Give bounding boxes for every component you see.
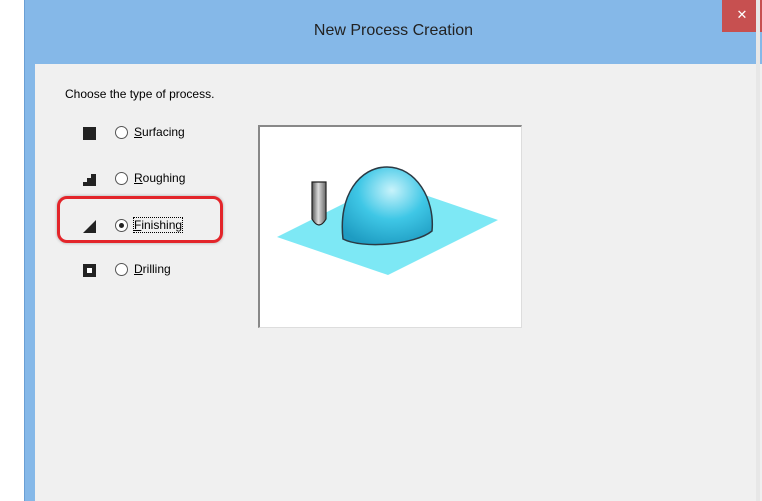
finishing-preview-illustration bbox=[277, 166, 498, 275]
dialog-window: New Process Creation ✕ Choose the type o… bbox=[24, 0, 762, 501]
right-edge bbox=[756, 0, 760, 501]
roughing-label: Roughing bbox=[134, 171, 186, 185]
drilling-icon bbox=[83, 264, 96, 277]
surfacing-icon bbox=[83, 127, 96, 140]
window-frame-left bbox=[25, 64, 35, 501]
dialog-content: Choose the type of process. Surfacing Ro… bbox=[25, 64, 762, 501]
dome-shape bbox=[341, 166, 434, 246]
instruction-text: Choose the type of process. bbox=[65, 87, 215, 101]
title-bar[interactable]: New Process Creation ✕ bbox=[25, 0, 762, 64]
close-icon: ✕ bbox=[736, 7, 748, 22]
roughing-icon bbox=[83, 174, 96, 186]
drilling-radio[interactable] bbox=[115, 263, 128, 276]
drilling-label: Drilling bbox=[134, 262, 171, 276]
surfacing-label: Surfacing bbox=[134, 125, 185, 139]
selection-highlight bbox=[57, 196, 223, 243]
surfacing-radio[interactable] bbox=[115, 126, 128, 139]
roughing-radio[interactable] bbox=[115, 172, 128, 185]
cutting-tool bbox=[311, 181, 327, 226]
process-preview bbox=[258, 125, 522, 328]
window-title: New Process Creation bbox=[313, 22, 474, 39]
